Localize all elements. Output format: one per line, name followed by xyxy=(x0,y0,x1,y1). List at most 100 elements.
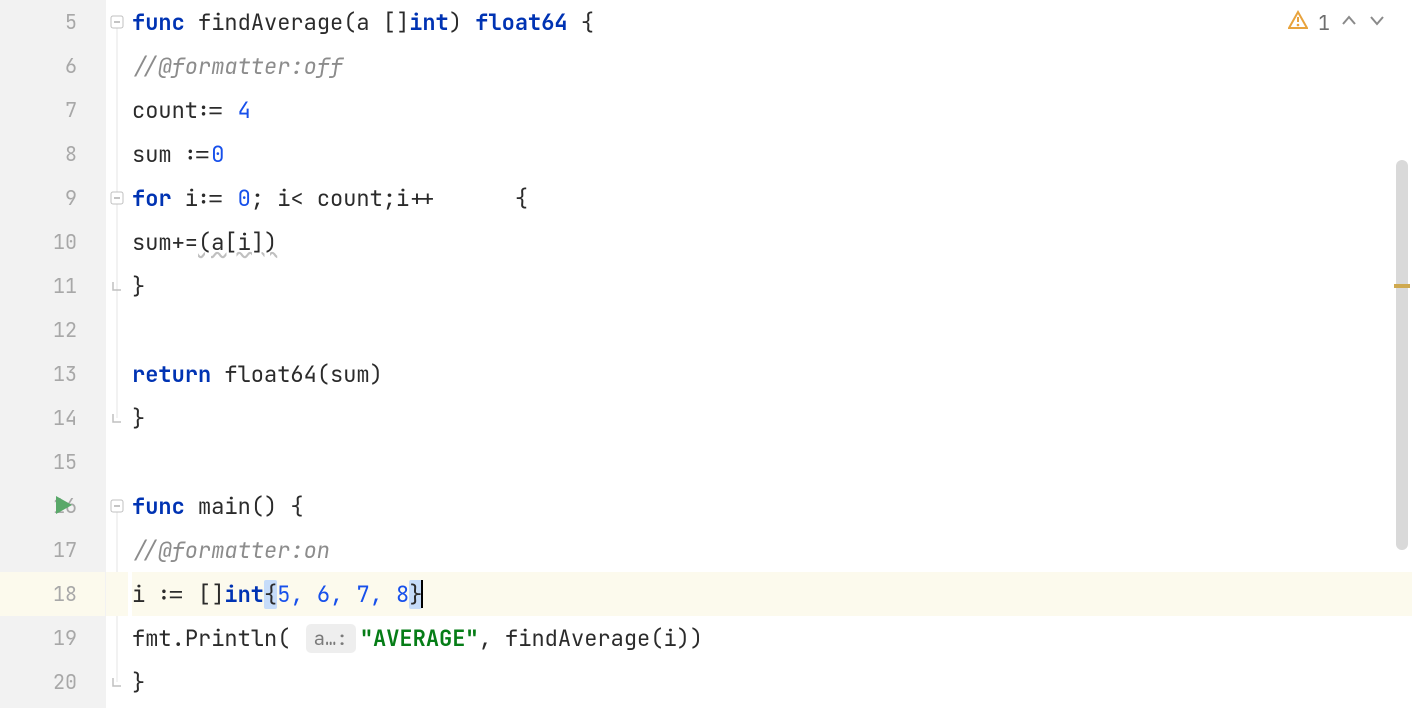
gutter-line[interactable]: 12 xyxy=(0,308,105,352)
code-text: } xyxy=(132,668,145,697)
gutter-line[interactable]: 20 xyxy=(0,660,105,704)
gutter-line[interactable]: 8 xyxy=(0,132,105,176)
code-line[interactable]: sum+=(a[i]) xyxy=(132,220,1412,264)
warning-count: 1 xyxy=(1318,10,1330,36)
comment: //@formatter:on xyxy=(132,536,330,565)
fold-end-icon[interactable] xyxy=(110,411,124,425)
chevron-up-icon[interactable] xyxy=(1340,10,1358,36)
code-text: count:= xyxy=(132,96,238,125)
fold-open-icon[interactable] xyxy=(110,499,124,513)
gutter-line[interactable]: 17 xyxy=(0,528,105,572)
number-literal: 0 xyxy=(211,140,224,169)
code-editor: 5 6 7 8 9 10 11 12 13 14 15 16 17 18 19 xyxy=(0,0,1412,708)
code-line[interactable]: func findAverage(a []int) float64 { xyxy=(132,0,1412,44)
code-line[interactable] xyxy=(132,308,1412,352)
gutter-line[interactable]: 15 xyxy=(0,440,105,484)
fold-open-icon[interactable] xyxy=(110,15,124,29)
keyword: float64 xyxy=(475,8,567,37)
code-line[interactable]: } xyxy=(132,396,1412,440)
line-number: 9 xyxy=(65,185,77,211)
text-caret xyxy=(421,580,423,608)
string-literal: "AVERAGE" xyxy=(360,624,479,653)
warning-marker[interactable] xyxy=(1394,284,1410,288)
code-text: i := [] xyxy=(132,580,224,609)
code-text: { xyxy=(568,8,594,37)
code-line[interactable]: count:= 4 xyxy=(132,88,1412,132)
line-number: 11 xyxy=(53,273,77,299)
parameter-hint: a…: xyxy=(306,624,356,653)
code-line[interactable]: func main() { xyxy=(132,484,1412,528)
run-icon[interactable] xyxy=(56,492,72,521)
fold-end-icon[interactable] xyxy=(110,279,124,293)
code-area[interactable]: func findAverage(a []int) float64 { //@f… xyxy=(128,0,1412,708)
line-number: 19 xyxy=(53,625,77,651)
keyword: func xyxy=(132,8,185,37)
gutter-line[interactable]: 6 xyxy=(0,44,105,88)
line-number: 5 xyxy=(65,9,77,35)
code-line[interactable]: } xyxy=(132,660,1412,704)
keyword: for xyxy=(132,184,172,213)
line-number: 6 xyxy=(65,53,77,79)
gutter-line[interactable]: 14 xyxy=(0,396,105,440)
gutter-line[interactable]: 5 xyxy=(0,0,105,44)
code-text: ) xyxy=(449,8,475,37)
fold-column xyxy=(106,0,128,708)
keyword: return xyxy=(132,360,211,389)
fold-end-icon[interactable] xyxy=(110,675,124,689)
line-number: 15 xyxy=(53,449,77,475)
line-number: 7 xyxy=(65,97,77,123)
code-text: sum+= xyxy=(132,228,198,257)
gutter-line[interactable]: 16 xyxy=(0,484,105,528)
gutter: 5 6 7 8 9 10 11 12 13 14 15 16 17 18 19 xyxy=(0,0,106,708)
line-number: 13 xyxy=(53,361,77,387)
line-number: 18 xyxy=(53,581,77,607)
code-line[interactable]: for i:= 0; i< count;i++ { xyxy=(132,176,1412,220)
keyword: int xyxy=(224,580,264,609)
code-line[interactable]: return float64(sum) xyxy=(132,352,1412,396)
number-literal: 5, 6, 7, 8 xyxy=(277,580,409,609)
line-number: 12 xyxy=(53,317,77,343)
line-number: 17 xyxy=(53,537,77,563)
line-number: 14 xyxy=(53,405,77,431)
code-line[interactable]: //@formatter:on xyxy=(132,528,1412,572)
code-text: findAverage(a [] xyxy=(185,8,409,37)
number-literal: 0 xyxy=(238,184,251,213)
keyword: func xyxy=(132,492,185,521)
line-number: 10 xyxy=(53,229,77,255)
code-text: i:= xyxy=(172,184,238,213)
inspections-widget[interactable]: 1 xyxy=(1288,10,1386,36)
keyword: int xyxy=(409,8,449,37)
code-line[interactable]: } xyxy=(132,264,1412,308)
code-line[interactable] xyxy=(132,440,1412,484)
code-text: , findAverage(i)) xyxy=(479,624,703,653)
line-number: 8 xyxy=(65,141,77,167)
code-text: fmt. xyxy=(132,624,185,653)
gutter-line[interactable]: 11 xyxy=(0,264,105,308)
gutter-line[interactable]: 9 xyxy=(0,176,105,220)
code-line[interactable]: sum :=0 xyxy=(132,132,1412,176)
code-text: Println xyxy=(185,624,277,653)
matched-brace: { xyxy=(264,580,277,609)
scrollbar-thumb[interactable] xyxy=(1396,160,1408,550)
code-text: } xyxy=(132,404,145,433)
comment: //@formatter:off xyxy=(132,52,343,81)
code-line[interactable]: //@formatter:off xyxy=(132,44,1412,88)
scrollbar[interactable] xyxy=(1394,0,1410,708)
gutter-line[interactable]: 10 xyxy=(0,220,105,264)
code-text: main() { xyxy=(185,492,304,521)
number-literal: 4 xyxy=(238,96,251,125)
code-line[interactable]: fmt.Println( a…: "AVERAGE", findAverage(… xyxy=(132,616,1412,660)
gutter-line[interactable]: 7 xyxy=(0,88,105,132)
gutter-line[interactable]: 19 xyxy=(0,616,105,660)
code-line[interactable]: i := []int{5, 6, 7, 8} xyxy=(132,572,1412,616)
code-text: ; i< count;i++ { xyxy=(251,184,528,213)
line-number: 20 xyxy=(53,669,77,695)
code-text: sum := xyxy=(132,140,211,169)
chevron-down-icon[interactable] xyxy=(1368,10,1386,36)
gutter-line[interactable]: 13 xyxy=(0,352,105,396)
fold-open-icon[interactable] xyxy=(110,191,124,205)
warning-triangle-icon[interactable] xyxy=(1288,10,1308,36)
code-text: (a[i]) xyxy=(198,228,277,257)
gutter-line[interactable]: 18 xyxy=(0,572,105,616)
code-text: ( xyxy=(277,624,303,653)
